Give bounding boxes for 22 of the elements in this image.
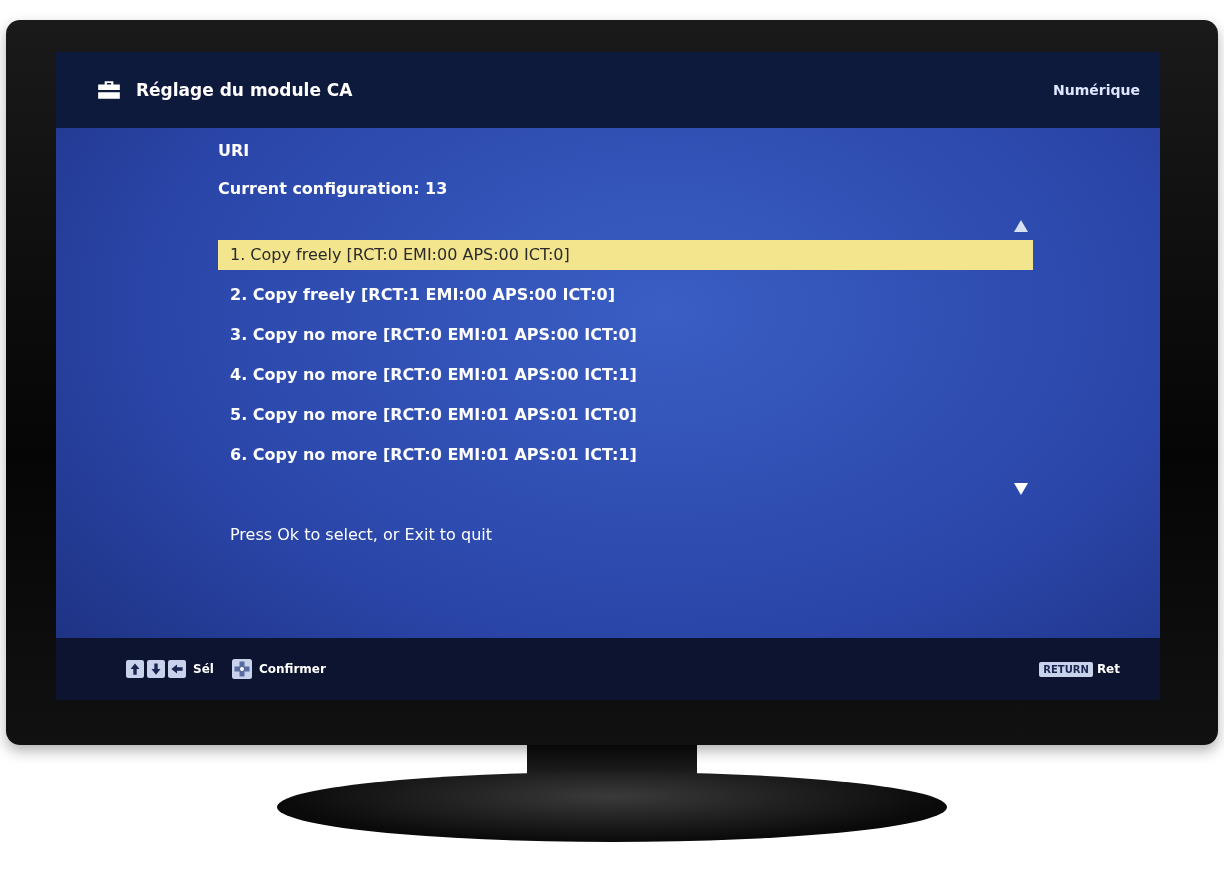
return-label: Ret bbox=[1096, 662, 1120, 676]
left-arrow-key-icon bbox=[168, 660, 186, 678]
scroll-down-icon[interactable] bbox=[1014, 483, 1028, 495]
footer-hint-label: Sél bbox=[193, 662, 214, 676]
up-arrow-key-icon bbox=[126, 660, 144, 678]
menu-item[interactable]: 4. Copy no more [RCT:0 EMI:01 APS:00 ICT:1] bbox=[218, 355, 1033, 395]
menu-item[interactable]: 2. Copy freely [RCT:1 EMI:00 APS:00 ICT:0] bbox=[218, 275, 1033, 315]
return-key: RETURN bbox=[1039, 661, 1093, 677]
menu-item[interactable]: 6. Copy no more [RCT:0 EMI:01 APS:01 ICT:1] bbox=[218, 435, 1033, 475]
scroll-up-icon[interactable] bbox=[1014, 220, 1028, 232]
menu-title: Réglage du module CA bbox=[136, 80, 353, 100]
directional-pad-icon bbox=[231, 659, 252, 679]
menu-item[interactable]: 3. Copy no more [RCT:0 EMI:01 APS:00 ICT:0] bbox=[218, 315, 1033, 355]
section-heading: URI bbox=[218, 140, 251, 162]
current-configuration: Current configuration: 13 bbox=[218, 178, 449, 200]
menu-item[interactable]: 5. Copy no more [RCT:0 EMI:01 APS:01 ICT:0] bbox=[218, 395, 1033, 435]
instruction-text: Press Ok to select, or Exit to quit bbox=[229, 525, 493, 544]
source-label: Numérique bbox=[1053, 82, 1140, 98]
footer-hint-label: Confirmer bbox=[258, 662, 326, 676]
menu-item[interactable]: 1. Copy freely [RCT:0 EMI:00 APS:00 ICT:0] bbox=[218, 240, 1033, 270]
toolbox-icon bbox=[96, 80, 122, 100]
down-arrow-key-icon bbox=[147, 660, 165, 678]
